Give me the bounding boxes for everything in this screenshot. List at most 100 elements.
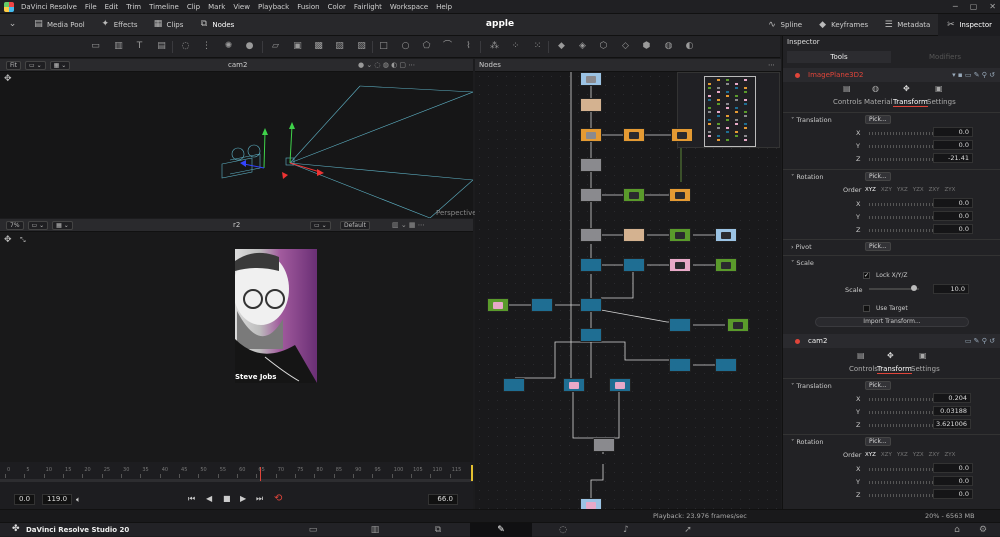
graph-node[interactable] <box>623 258 645 272</box>
graph-node[interactable] <box>580 328 602 342</box>
resize-tool-icon[interactable]: ▨ <box>334 42 345 51</box>
graph-node[interactable] <box>669 258 691 272</box>
skip-back-icon[interactable]: ⏮︎ <box>188 494 195 504</box>
bspline-mask-icon[interactable]: ⌒ <box>442 42 453 51</box>
playhead[interactable] <box>260 467 261 481</box>
maximize-icon[interactable]: ▢ <box>970 2 978 11</box>
merge3d-tool-icon[interactable]: ◇ <box>620 42 631 51</box>
use-target-checkbox[interactable] <box>863 305 870 312</box>
viewer-bottom-options[interactable]: ▭ ⌄ <box>27 220 49 230</box>
drop-tool-icon[interactable]: ● <box>244 42 255 51</box>
tool2-ry-field[interactable]: 0.0 <box>933 476 973 486</box>
graph-node[interactable] <box>671 128 693 142</box>
tool2-tab-settings[interactable]: Settings <box>911 365 940 373</box>
menu-fusion[interactable]: Fusion <box>293 3 323 11</box>
node-graph[interactable] <box>475 72 781 509</box>
play-reverse-icon[interactable]: ◀︎ <box>206 494 212 503</box>
tool1-header[interactable]: ImagePlane3D2 ▾ ▪ ▭ ✎ ⚲ ↺ <box>783 68 1000 82</box>
menu-view[interactable]: View <box>229 3 254 11</box>
graph-node[interactable] <box>669 318 691 332</box>
keyframes-button[interactable]: ◆ Keyframes <box>810 14 876 36</box>
particle-force-icon[interactable]: ⁙ <box>532 42 543 51</box>
graph-node[interactable] <box>580 158 602 172</box>
graph-node[interactable] <box>623 188 645 202</box>
ellipse-mask-icon[interactable]: ○ <box>400 42 411 51</box>
transform-tab-icon[interactable]: ✥ <box>887 351 894 360</box>
graph-node[interactable] <box>580 258 602 272</box>
graph-node[interactable] <box>580 228 602 242</box>
particle-render-icon[interactable]: ⁘ <box>510 42 521 51</box>
graph-node[interactable] <box>531 298 553 312</box>
tool1-tz-field[interactable]: -21.41 <box>933 153 973 163</box>
tracker-tool-icon[interactable]: ▱ <box>270 42 281 51</box>
tool1-rotation-order[interactable]: XYZ XZY YXZ YZX ZXY ZYX <box>865 187 955 193</box>
tool1-rx-field[interactable]: 0.0 <box>933 198 973 208</box>
graph-node[interactable] <box>609 378 631 392</box>
viewer-top-toggles[interactable]: ● ⌄ ◌ ◍ ◐ ▢ ⋯ <box>358 61 415 69</box>
tool1-translation-pick[interactable]: Pick... <box>865 115 891 124</box>
sun-tool-icon[interactable]: ✺ <box>223 42 234 51</box>
viewer-bottom-lut[interactable]: Default <box>340 220 370 230</box>
menu-help[interactable]: Help <box>432 3 456 11</box>
tool1-rotation-pick[interactable]: Pick... <box>865 172 891 181</box>
spline-button[interactable]: ∿ Spline <box>760 14 811 36</box>
tool2-rotation-label[interactable]: ˅ Rotation <box>791 438 824 446</box>
move-icon[interactable]: ✥ <box>4 235 12 245</box>
scale-slider-handle[interactable] <box>911 285 917 291</box>
inspector-button[interactable]: ✂ Inspector <box>938 14 1000 36</box>
tool1-pivot-label[interactable]: › Pivot <box>791 243 812 251</box>
tool1-tx-field[interactable]: 0.0 <box>933 127 973 137</box>
tool2-translation-pick[interactable]: Pick... <box>865 381 891 390</box>
color-page-icon[interactable]: ◌ <box>558 525 568 535</box>
graph-node[interactable] <box>580 188 602 202</box>
menu-file[interactable]: File <box>81 3 101 11</box>
tool2-enable-dot[interactable] <box>795 338 800 344</box>
graph-node[interactable] <box>715 228 737 242</box>
cut-page-icon[interactable]: ▥ <box>370 525 380 535</box>
resolve-home-icon[interactable]: ✤ <box>12 524 20 534</box>
metadata-button[interactable]: ☰ Metadata <box>876 14 938 36</box>
graph-node[interactable] <box>623 128 645 142</box>
paint-tool-icon[interactable]: ▥ <box>113 42 124 51</box>
edit-page-icon[interactable]: ⧉ <box>433 525 443 535</box>
media-pool-button[interactable]: ▤ Media Pool <box>26 14 93 36</box>
light3d-tool-icon[interactable]: ◍ <box>663 42 674 51</box>
graph-node[interactable] <box>715 258 737 272</box>
tool2-translation-label[interactable]: ˅ Translation <box>791 382 832 390</box>
tool2-header[interactable]: cam2 ▭ ✎ ⚲ ↺ <box>783 334 1000 348</box>
tool1-header-icons[interactable]: ▾ ▪ ▭ ✎ ⚲ ↺ <box>952 71 995 79</box>
wand-mask-icon[interactable]: ⌇ <box>463 42 474 51</box>
menu-edit[interactable]: Edit <box>101 3 123 11</box>
graph-node[interactable] <box>669 228 691 242</box>
crop-tool-icon[interactable]: ▩ <box>313 42 324 51</box>
transform-tool-icon[interactable]: ▣ <box>292 42 303 51</box>
import-transform-button[interactable]: Import Transform... <box>815 317 969 327</box>
menu-fairlight[interactable]: Fairlight <box>350 3 386 11</box>
tool2-tx-field[interactable]: 0.204 <box>933 393 971 403</box>
tool1-pivot-pick[interactable]: Pick... <box>865 242 891 251</box>
tool1-tab-controls[interactable]: Controls <box>833 98 862 106</box>
media-page-icon[interactable]: ▭ <box>308 525 318 535</box>
nodes-menu-icon[interactable]: ⋯ <box>768 61 775 69</box>
render-end-marker[interactable] <box>471 465 473 481</box>
text3d-tool-icon[interactable]: ◐ <box>684 42 695 51</box>
tool1-ry-field[interactable]: 0.0 <box>933 211 973 221</box>
tool1-tab-material[interactable]: Material <box>864 98 892 106</box>
tool2-tab-transform[interactable]: Transform <box>877 365 912 374</box>
range-end-field[interactable]: 119.0 <box>42 494 73 505</box>
merge-tool-icon[interactable]: ▤ <box>156 42 167 51</box>
particle-emitter-icon[interactable]: ⁂ <box>489 42 500 51</box>
material-tab-icon[interactable]: ◍ <box>872 84 879 93</box>
menu-mark[interactable]: Mark <box>204 3 229 11</box>
stop-icon[interactable]: ■ <box>223 494 231 503</box>
loop-icon[interactable]: ⟲ <box>274 493 282 504</box>
graph-node[interactable] <box>593 438 615 452</box>
minimap-viewport[interactable] <box>704 76 756 147</box>
effects-button[interactable]: ✦ Effects <box>93 14 146 36</box>
graph-node[interactable] <box>669 358 691 372</box>
viewer-bottom-roi[interactable]: ▭ ⌄ <box>310 220 331 230</box>
tool1-enable-dot[interactable] <box>795 72 800 78</box>
project-manager-icon[interactable]: ⌂ <box>952 525 962 535</box>
menu-playback[interactable]: Playback <box>254 3 293 11</box>
viewer-top-view[interactable]: ▦ ⌄ <box>49 60 71 70</box>
